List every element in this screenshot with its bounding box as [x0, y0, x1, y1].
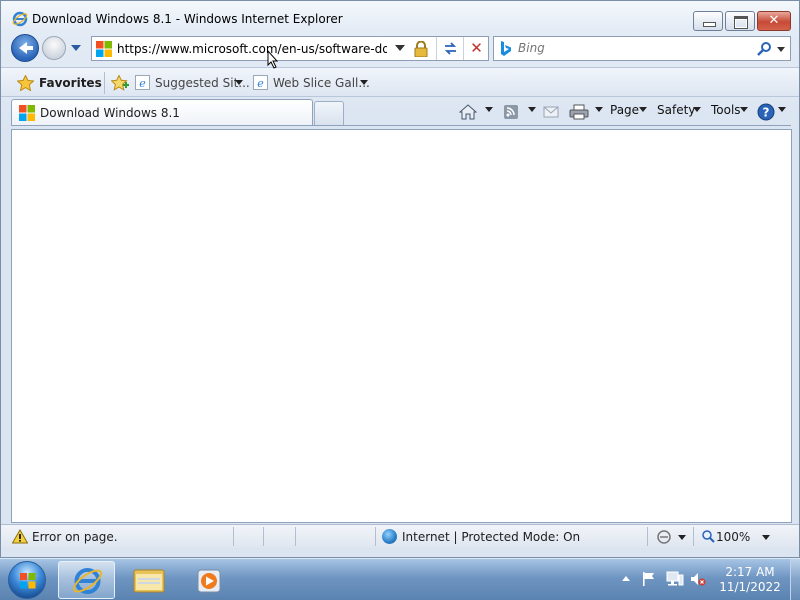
refresh-icon — [444, 42, 457, 55]
search-input[interactable] — [518, 41, 748, 55]
favorites-divider — [104, 72, 105, 94]
mouse-cursor-icon — [267, 50, 279, 69]
taskbar-windows-explorer[interactable] — [120, 561, 177, 599]
refresh-button[interactable] — [436, 37, 463, 60]
microsoft-logo-icon — [96, 41, 112, 57]
web-slice-dropdown-icon[interactable] — [360, 80, 368, 85]
help-dropdown-icon[interactable] — [778, 107, 786, 112]
system-clock[interactable]: 2:17 AM 11/1/2022 — [712, 565, 788, 595]
internet-explorer-icon: e — [253, 75, 268, 90]
popup-blocker-icon[interactable] — [656, 529, 672, 545]
safety-menu-dropdown-icon[interactable] — [693, 107, 701, 112]
tools-menu[interactable]: Tools — [711, 103, 741, 123]
show-desktop-button[interactable] — [790, 559, 800, 600]
microsoft-logo-icon — [19, 105, 35, 121]
tab-row: Download Windows 8.1 Page Safety Tools ? — [1, 98, 799, 126]
mail-icon[interactable] — [543, 102, 559, 122]
taskbar-internet-explorer[interactable] — [58, 561, 115, 599]
back-button[interactable] — [11, 34, 39, 62]
page-menu[interactable]: Page — [610, 103, 639, 123]
popup-dropdown-icon[interactable] — [678, 535, 686, 540]
maximize-button[interactable] — [725, 11, 755, 31]
printer-icon[interactable] — [569, 102, 589, 122]
favorites-link-web-slice-gallery[interactable]: e Web Slice Gall... — [253, 75, 370, 91]
safety-menu[interactable]: Safety — [657, 103, 695, 123]
warning-icon[interactable] — [12, 529, 28, 544]
folder-icon — [133, 569, 165, 593]
close-icon: ✕ — [768, 13, 780, 28]
volume-muted-icon[interactable] — [690, 571, 706, 587]
status-divider — [693, 527, 694, 546]
status-divider — [375, 527, 376, 546]
start-button[interactable] — [8, 561, 46, 599]
bing-icon — [501, 41, 511, 56]
zoom-icon[interactable] — [701, 529, 715, 543]
new-tab-button[interactable] — [314, 101, 344, 125]
page-content-area[interactable] — [11, 129, 792, 523]
search-icon[interactable] — [756, 41, 772, 57]
taskbar: 2:17 AM 11/1/2022 — [0, 558, 800, 600]
taskbar-windows-media-player[interactable] — [180, 561, 237, 599]
stop-button[interactable]: ✕ — [463, 37, 489, 60]
media-player-icon — [197, 569, 221, 593]
show-hidden-icons-icon[interactable] — [621, 573, 631, 583]
tools-menu-label: Tools — [711, 103, 741, 117]
suggested-sites-dropdown-icon[interactable] — [235, 80, 243, 85]
ie-window: Download Windows 8.1 - Windows Internet … — [0, 0, 800, 558]
forward-button[interactable] — [42, 36, 66, 60]
internet-explorer-icon — [72, 568, 103, 594]
status-divider — [263, 527, 264, 546]
status-divider — [233, 527, 234, 546]
stop-icon: ✕ — [470, 39, 483, 57]
network-icon[interactable] — [666, 571, 684, 587]
windows-logo-icon — [20, 573, 36, 589]
zoom-dropdown-icon[interactable] — [762, 535, 770, 540]
internet-zone-icon — [382, 529, 397, 544]
status-divider — [295, 527, 296, 546]
svg-text:?: ? — [763, 106, 770, 120]
clock-date: 11/1/2022 — [719, 580, 781, 594]
page-menu-label: Page — [610, 103, 640, 117]
web-slice-gallery-label: Web Slice Gall... — [273, 76, 370, 90]
svg-text:e: e — [257, 77, 264, 90]
page-menu-dropdown-icon[interactable] — [639, 107, 647, 112]
security-zone-label[interactable]: Internet | Protected Mode: On — [402, 530, 580, 544]
home-icon[interactable] — [459, 102, 477, 122]
home-dropdown-icon[interactable] — [485, 107, 493, 112]
status-divider — [647, 527, 648, 546]
close-button[interactable]: ✕ — [757, 11, 791, 31]
internet-explorer-icon — [12, 11, 28, 27]
svg-text:e: e — [139, 77, 146, 90]
address-dropdown-icon[interactable] — [395, 45, 405, 51]
tab-row-divider — [11, 125, 791, 126]
add-to-favorites-icon[interactable] — [111, 75, 129, 91]
tools-menu-dropdown-icon[interactable] — [740, 107, 748, 112]
print-dropdown-icon[interactable] — [595, 107, 603, 112]
address-bar[interactable]: https://www.microsoft.com/en-us/software… — [91, 36, 489, 61]
search-box[interactable] — [493, 36, 791, 61]
rss-icon[interactable] — [503, 102, 519, 122]
zoom-level[interactable]: 100% — [716, 530, 750, 544]
lock-icon[interactable] — [414, 41, 428, 57]
favorites-button[interactable]: Favorites — [39, 76, 102, 90]
tab-download-windows[interactable]: Download Windows 8.1 — [11, 99, 313, 125]
recent-pages-dropdown[interactable] — [71, 45, 81, 51]
status-bar: Error on page. Internet | Protected Mode… — [1, 524, 799, 548]
tab-title: Download Windows 8.1 — [40, 106, 180, 120]
feeds-dropdown-icon[interactable] — [528, 107, 536, 112]
internet-explorer-icon: e — [135, 75, 150, 90]
favorites-bar: Favorites e Suggested Sit... e Web Slice… — [1, 67, 799, 97]
minimize-button[interactable] — [693, 11, 723, 31]
favorites-link-suggested-sites[interactable]: e Suggested Sit... — [135, 75, 250, 91]
help-icon[interactable]: ? — [757, 102, 775, 122]
title-bar[interactable]: Download Windows 8.1 - Windows Internet … — [1, 1, 799, 35]
window-title: Download Windows 8.1 - Windows Internet … — [32, 12, 343, 26]
search-options-dropdown[interactable] — [777, 47, 785, 52]
safety-menu-label: Safety — [657, 103, 696, 117]
action-center-flag-icon[interactable] — [642, 571, 656, 587]
status-message[interactable]: Error on page. — [32, 530, 118, 544]
address-url[interactable]: https://www.microsoft.com/en-us/software… — [117, 42, 387, 56]
clock-time: 2:17 AM — [725, 565, 775, 579]
favorites-star-icon[interactable] — [17, 75, 34, 91]
